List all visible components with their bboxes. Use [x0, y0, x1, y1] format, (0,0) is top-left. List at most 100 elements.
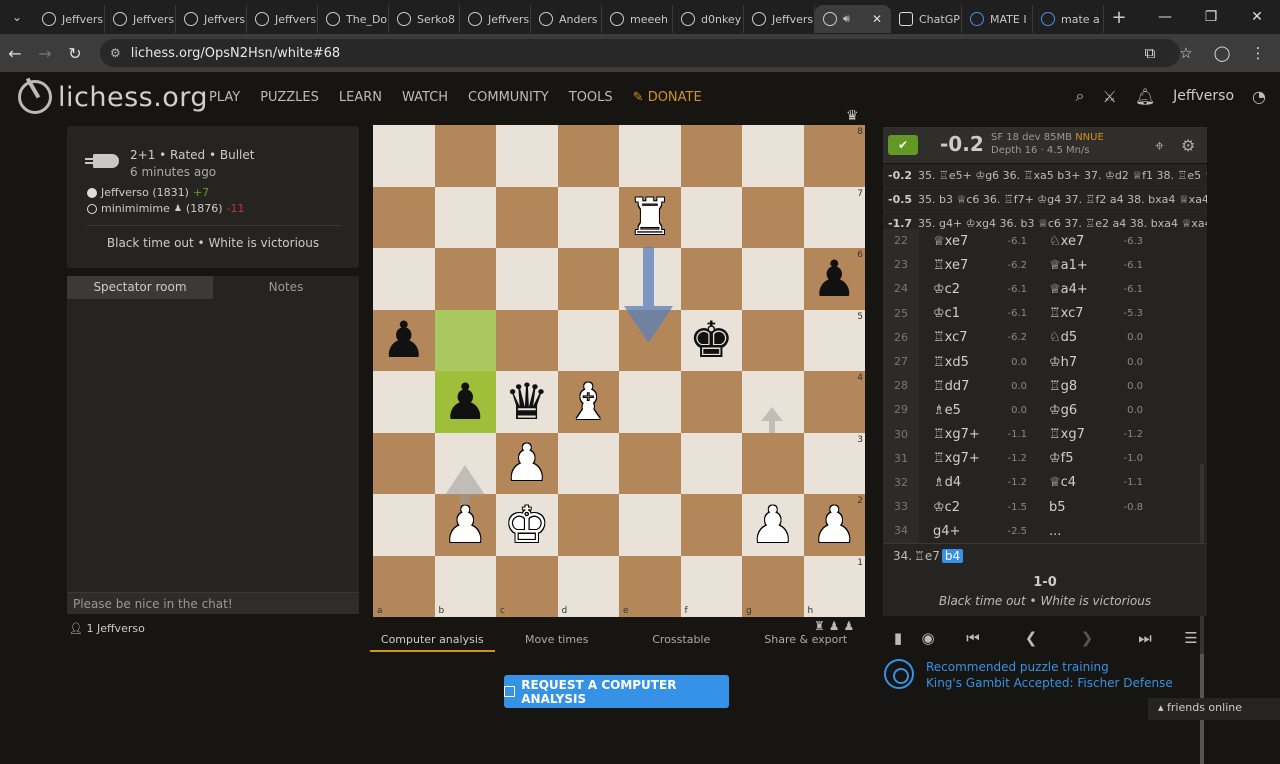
square-a1[interactable]: a: [373, 555, 435, 617]
puzzle-name[interactable]: King's Gambit Accepted: Fischer Defense: [926, 675, 1173, 691]
tab-share-export[interactable]: Share & export: [744, 630, 869, 652]
browser-tab[interactable]: The_Do: [318, 5, 389, 33]
install-app-icon[interactable]: ⧉: [1138, 44, 1162, 62]
square-d1[interactable]: d: [557, 555, 619, 617]
nav-tools[interactable]: TOOLS: [569, 90, 613, 105]
square-e6[interactable]: [619, 248, 681, 310]
profile-icon[interactable]: ◯: [1210, 44, 1234, 62]
square-e7[interactable]: ♜: [619, 186, 681, 248]
forward-icon[interactable]: →: [30, 44, 60, 63]
square-c3[interactable]: ♟: [496, 432, 558, 495]
browser-tab[interactable]: Jeffvers: [34, 5, 105, 33]
friends-online-bar[interactable]: ▴ friends online: [1148, 698, 1280, 720]
white-piece-c2[interactable]: ♚: [496, 494, 558, 556]
book-icon[interactable]: ▮: [883, 629, 913, 647]
square-a2[interactable]: [373, 494, 435, 556]
maximize-button[interactable]: ❐: [1188, 0, 1234, 34]
square-b6[interactable]: [434, 248, 496, 310]
square-g3[interactable]: [742, 432, 804, 494]
black-piece-c4[interactable]: ♛: [496, 371, 558, 433]
black-move[interactable]: ♖g8: [1035, 379, 1115, 394]
square-b2[interactable]: ♟: [434, 494, 496, 556]
black-move[interactable]: b5: [1035, 500, 1115, 515]
bookmark-star-icon[interactable]: ☆: [1174, 44, 1198, 62]
request-analysis-button[interactable]: REQUEST A COMPUTER ANALYSIS: [504, 675, 729, 708]
square-d6[interactable]: [557, 248, 619, 310]
square-g5[interactable]: [742, 309, 804, 371]
square-f2[interactable]: [680, 494, 742, 556]
black-move[interactable]: ♘xe7: [1035, 234, 1115, 249]
square-c8[interactable]: [496, 125, 558, 187]
square-d3[interactable]: [557, 432, 619, 494]
nav-donate[interactable]: ✎ DONATE: [633, 90, 702, 105]
white-piece-c3[interactable]: ♟: [496, 433, 558, 495]
square-f6[interactable]: [680, 248, 742, 310]
tab-notes[interactable]: Notes: [213, 276, 359, 299]
tab-move-times[interactable]: Move times: [495, 630, 620, 652]
url-input[interactable]: ⚙ lichess.org/OpsN2Hsn/white#68: [100, 39, 1180, 67]
white-move[interactable]: ♔c1: [919, 306, 999, 321]
nav-learn[interactable]: LEARN: [339, 90, 382, 105]
square-h7[interactable]: 7: [803, 186, 865, 248]
selected-move[interactable]: b4: [941, 549, 964, 563]
black-piece-h6[interactable]: ♟: [804, 248, 866, 310]
black-move[interactable]: ...: [1035, 524, 1115, 539]
white-move[interactable]: ♖xe7: [919, 258, 999, 273]
last-move-icon[interactable]: ⏭: [1115, 629, 1175, 647]
white-move[interactable]: ♗d4: [919, 475, 999, 490]
square-h8[interactable]: 8: [803, 125, 865, 187]
white-move[interactable]: ♔c2: [919, 282, 999, 297]
tab-crosstable[interactable]: Crosstable: [619, 630, 744, 652]
square-c6[interactable]: [496, 248, 558, 310]
challenge-icon[interactable]: ⚔: [1102, 87, 1116, 106]
puzzle-recommendation[interactable]: Recommended puzzle training King's Gambi…: [884, 659, 1173, 691]
tab-spectator-room[interactable]: Spectator room: [67, 276, 213, 299]
square-g4[interactable]: [742, 371, 804, 433]
white-piece-h2[interactable]: ♟: [804, 494, 866, 556]
square-a4[interactable]: [373, 371, 435, 433]
white-player-name[interactable]: Jeffverso (1831): [101, 186, 189, 199]
user-avatar-icon[interactable]: ◔: [1252, 87, 1266, 106]
watcher-name[interactable]: Jeffverso: [97, 622, 145, 635]
black-move[interactable]: ♕c4: [1035, 475, 1115, 490]
square-g2[interactable]: ♟: [742, 494, 804, 556]
current-move[interactable]: ♖e7: [914, 549, 940, 563]
square-b5[interactable]: [434, 309, 496, 371]
white-piece-d4[interactable]: ♝: [558, 371, 620, 433]
square-a6[interactable]: [373, 248, 435, 310]
black-player-name[interactable]: minimimime: [101, 202, 170, 215]
black-move[interactable]: ♔g6: [1035, 403, 1115, 418]
square-b1[interactable]: b: [434, 555, 496, 617]
nav-puzzles[interactable]: PUZZLES: [260, 90, 319, 105]
square-f1[interactable]: f: [680, 555, 742, 617]
white-move[interactable]: g4+: [919, 524, 999, 539]
site-info-icon[interactable]: ⚙: [110, 46, 121, 60]
notification-bell-icon[interactable]: 🔔︎: [1135, 87, 1155, 106]
minimize-button[interactable]: —: [1142, 0, 1188, 34]
white-move[interactable]: ♕xe7: [919, 234, 999, 249]
square-h5[interactable]: 5: [803, 309, 865, 371]
square-d7[interactable]: [557, 186, 619, 248]
browser-tab[interactable]: ChatGP: [891, 5, 962, 33]
tab-search-icon[interactable]: ⌄: [0, 0, 34, 34]
browser-tab[interactable]: Jeffvers: [176, 5, 247, 33]
square-a8[interactable]: [373, 125, 435, 187]
white-move[interactable]: ♖xc7: [919, 330, 999, 345]
black-piece-f5[interactable]: ♚: [681, 310, 743, 372]
new-tab-button[interactable]: +: [1104, 7, 1134, 28]
browser-tab[interactable]: MATE I: [962, 5, 1033, 33]
browser-menu-icon[interactable]: ⋮: [1246, 44, 1270, 62]
browser-tab[interactable]: Jeffvers: [105, 5, 176, 33]
white-move[interactable]: ♔c2: [919, 500, 999, 515]
square-d5[interactable]: [557, 309, 619, 371]
black-piece-b4[interactable]: ♟: [435, 371, 497, 433]
square-c1[interactable]: c: [496, 555, 558, 617]
tab-computer-analysis[interactable]: Computer analysis: [370, 630, 495, 652]
square-b4[interactable]: ♟: [434, 371, 497, 433]
white-piece-g2[interactable]: ♟: [742, 494, 804, 556]
close-window-button[interactable]: ✕: [1234, 0, 1280, 34]
black-move[interactable]: ♔h7: [1035, 355, 1115, 370]
browser-tab[interactable]: 🔊︎ ✕: [815, 5, 891, 33]
square-e2[interactable]: [619, 494, 681, 556]
white-move[interactable]: ♖xg7+: [919, 451, 999, 466]
